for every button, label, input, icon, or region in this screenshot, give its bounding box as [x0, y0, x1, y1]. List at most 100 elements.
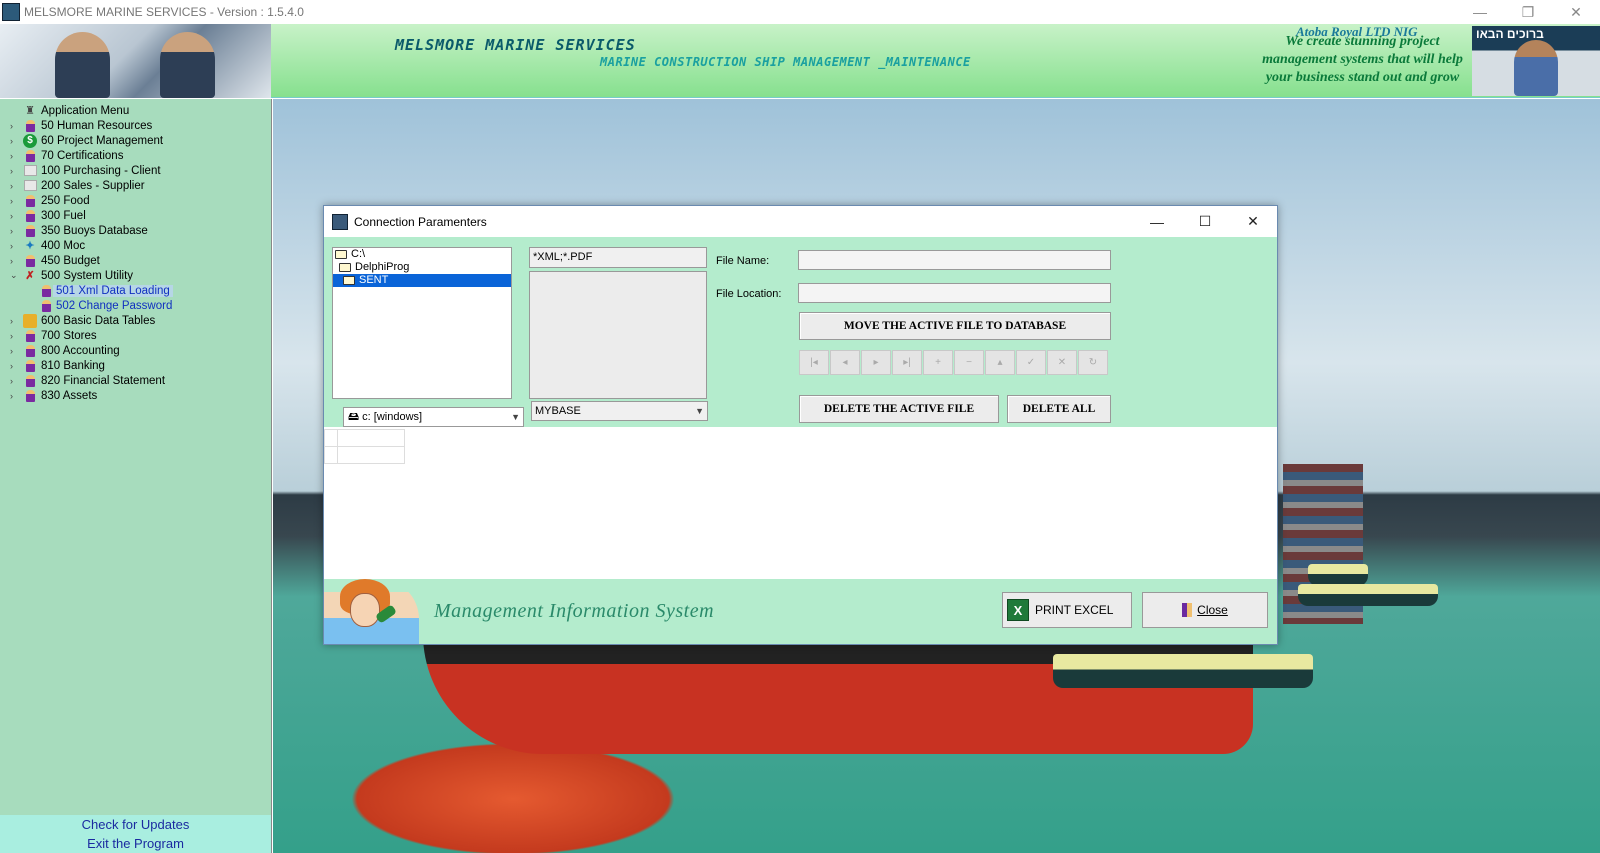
tree-item-application-menu[interactable]: ♜ Application Menu	[0, 103, 271, 118]
tree-item-food[interactable]: › 250 Food	[0, 193, 271, 208]
prior-record-button[interactable]: ◂	[830, 350, 860, 375]
file-location-label: File Location:	[716, 288, 782, 300]
chevron-right-icon[interactable]: ›	[10, 376, 20, 386]
chevron-right-icon[interactable]: ›	[10, 136, 20, 146]
tree-item-label: 810 Banking	[41, 359, 105, 372]
tree-item-financial-statement[interactable]: › 820 Financial Statement	[0, 373, 271, 388]
chevron-right-icon[interactable]: ›	[10, 316, 20, 326]
tree-item-label: 830 Assets	[41, 389, 98, 402]
print-excel-button[interactable]: X PRINT EXCEL	[1002, 592, 1132, 628]
app-title: MELSMORE MARINE SERVICES - Version : 1.5…	[24, 5, 304, 19]
post-record-button[interactable]: ✓	[1016, 350, 1046, 375]
chevron-right-icon[interactable]: ›	[10, 241, 20, 251]
tree-item-label: Application Menu	[41, 104, 130, 117]
chevron-right-icon[interactable]: ›	[10, 181, 20, 191]
chevron-right-icon[interactable]: ›	[10, 226, 20, 236]
tree-item-assets[interactable]: › 830 Assets	[0, 388, 271, 403]
dialog-close-button[interactable]: ✕	[1229, 206, 1277, 237]
tree-item-certifications[interactable]: › 70 Certifications	[0, 148, 271, 163]
last-record-button[interactable]: ▸|	[892, 350, 922, 375]
tree-item-sales[interactable]: › 200 Sales - Supplier	[0, 178, 271, 193]
tree-item-stores[interactable]: › 700 Stores	[0, 328, 271, 343]
chevron-right-icon[interactable]: ›	[10, 331, 20, 341]
grid-cell[interactable]	[337, 446, 405, 464]
doc-icon	[23, 164, 37, 178]
first-record-button[interactable]: |◂	[799, 350, 829, 375]
chevron-right-icon[interactable]: ›	[10, 121, 20, 131]
file-name-label: File Name:	[716, 255, 770, 267]
tree-item-label: 50 Human Resources	[41, 119, 153, 132]
dialog-title: Connection Paramenters	[354, 214, 487, 229]
tree-item-human-resources[interactable]: › 50 Human Resources	[0, 118, 271, 133]
exit-program-link[interactable]: Exit the Program	[0, 834, 271, 853]
drive-select[interactable]: 🖴 c: [windows] ▼	[343, 407, 524, 427]
tree-item-xml-data-loading[interactable]: 501 Xml Data Loading	[0, 283, 271, 298]
cancel-record-button[interactable]: ✕	[1047, 350, 1077, 375]
tree-item-label: 200 Sales - Supplier	[41, 179, 145, 192]
dialog-minimize-button[interactable]: —	[1133, 206, 1181, 237]
chevron-right-icon[interactable]: ›	[10, 361, 20, 371]
tree-item-system-utility[interactable]: ⌄ ✗ 500 System Utility	[0, 268, 271, 283]
chevron-right-icon[interactable]: ›	[10, 391, 20, 401]
tree-item-project-management[interactable]: › $ 60 Project Management	[0, 133, 271, 148]
minimize-button[interactable]: —	[1456, 0, 1504, 24]
insert-record-button[interactable]: +	[923, 350, 953, 375]
close-window-button[interactable]: ✕	[1552, 0, 1600, 24]
sidebar-footer: Check for Updates Exit the Program	[0, 815, 272, 853]
chevron-right-icon[interactable]: ›	[10, 151, 20, 161]
tree-item-basic-data-tables[interactable]: › 600 Basic Data Tables	[0, 313, 271, 328]
chevron-right-icon[interactable]: ›	[10, 256, 20, 266]
restore-button[interactable]: ❐	[1504, 0, 1552, 24]
directory-label: C:\	[351, 248, 366, 260]
exit-door-icon	[1182, 603, 1193, 617]
delete-all-button[interactable]: DELETE ALL	[1007, 395, 1111, 423]
tree-item-accounting[interactable]: › 800 Accounting	[0, 343, 271, 358]
person-icon	[39, 299, 53, 313]
app-logo-icon	[2, 3, 20, 21]
tree-item-change-password[interactable]: 502 Change Password	[0, 298, 271, 313]
dialog-maximize-button[interactable]: ☐	[1181, 206, 1229, 237]
delete-record-button[interactable]: −	[954, 350, 984, 375]
move-to-database-button[interactable]: MOVE THE ACTIVE FILE TO DATABASE	[799, 312, 1111, 340]
next-record-button[interactable]: ▸	[861, 350, 891, 375]
tree-item-budget[interactable]: › 450 Budget	[0, 253, 271, 268]
tree-item-label: 800 Accounting	[41, 344, 120, 357]
file-name-input[interactable]	[798, 250, 1111, 270]
directory-item[interactable]: C:\	[333, 248, 511, 261]
chevron-down-icon[interactable]: ⌄	[10, 270, 20, 281]
tree-item-banking[interactable]: › 810 Banking	[0, 358, 271, 373]
data-grid[interactable]	[324, 427, 1277, 579]
tree-item-moc[interactable]: › ✦ 400 Moc	[0, 238, 271, 253]
chevron-down-icon: ▼	[695, 406, 704, 416]
file-mask-input[interactable]: *XML;*.PDF	[529, 247, 707, 268]
chevron-right-icon[interactable]: ›	[10, 196, 20, 206]
chevron-right-icon[interactable]: ›	[10, 346, 20, 356]
menu-icon: ♜	[25, 105, 35, 117]
edit-record-button[interactable]: ▴	[985, 350, 1015, 375]
tree-item-fuel[interactable]: › 300 Fuel	[0, 208, 271, 223]
file-list[interactable]	[529, 271, 707, 399]
check-updates-link[interactable]: Check for Updates	[0, 815, 271, 834]
connection-parameters-dialog: Connection Paramenters — ☐ ✕ C:\ DelphiP…	[323, 205, 1278, 645]
doc-icon	[23, 179, 37, 193]
delete-active-file-button[interactable]: DELETE THE ACTIVE FILE	[799, 395, 999, 423]
refresh-record-button[interactable]: ↻	[1078, 350, 1108, 375]
directory-item[interactable]: DelphiProg	[333, 261, 511, 274]
close-button[interactable]: Close	[1142, 592, 1268, 628]
directory-label: SENT	[359, 274, 389, 286]
chevron-right-icon[interactable]: ›	[10, 166, 20, 176]
chevron-right-icon[interactable]: ›	[10, 211, 20, 221]
file-location-input[interactable]	[798, 283, 1111, 303]
tree-item-label: 700 Stores	[41, 329, 97, 342]
directory-item-selected[interactable]: SENT	[333, 274, 511, 287]
business-people-photo	[0, 24, 271, 98]
database-select[interactable]: MYBASE ▼	[531, 401, 708, 421]
tree-item-buoys-database[interactable]: › 350 Buoys Database	[0, 223, 271, 238]
print-excel-label: PRINT EXCEL	[1035, 603, 1114, 617]
database-value: MYBASE	[535, 405, 581, 417]
dialog-parameters-panel: C:\ DelphiProg SENT 🖴 c: [windows] ▼ *XM…	[324, 237, 1277, 427]
directory-list[interactable]: C:\ DelphiProg SENT	[332, 247, 512, 399]
tree-item-purchasing[interactable]: › 100 Purchasing - Client	[0, 163, 271, 178]
grid-cell[interactable]	[337, 429, 405, 447]
tree-item-label: 501 Xml Data Loading	[53, 284, 173, 297]
